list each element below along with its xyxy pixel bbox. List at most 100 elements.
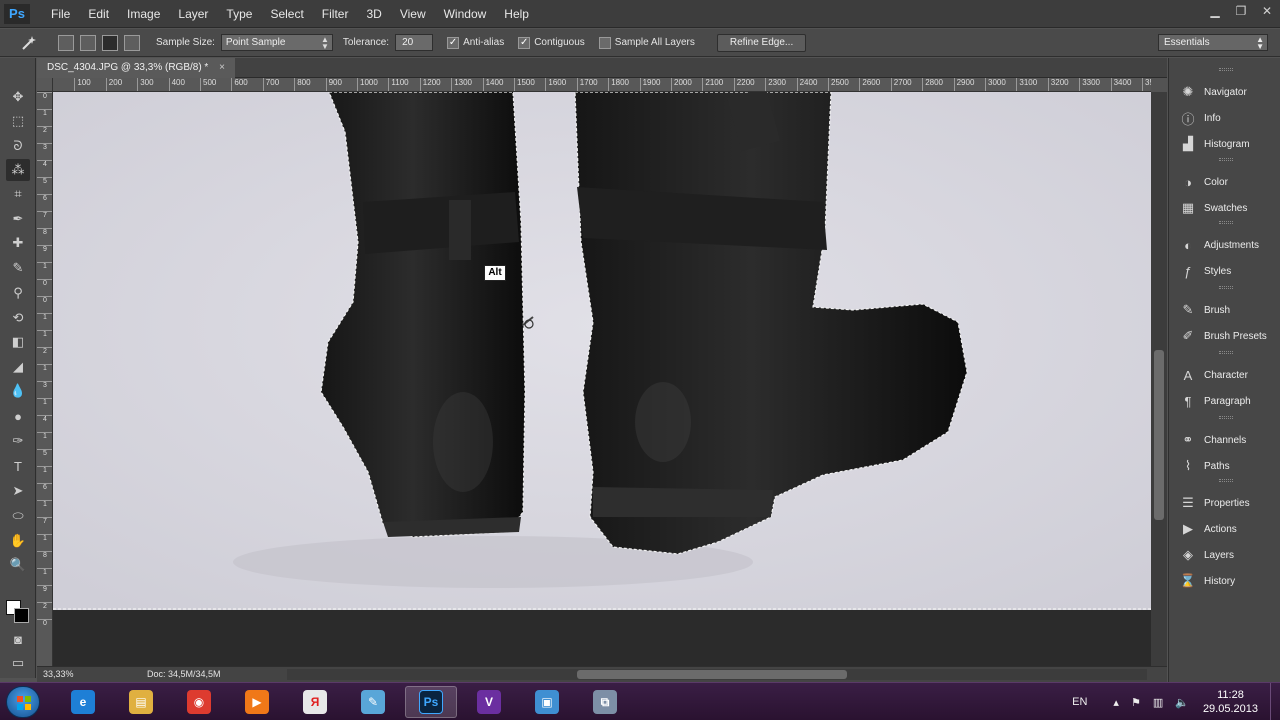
menu-type[interactable]: Type [217, 0, 261, 28]
menu-3d[interactable]: 3D [357, 0, 390, 28]
blur-tool-icon[interactable]: 💧 [6, 380, 30, 402]
menu-image[interactable]: Image [118, 0, 169, 28]
menu-filter[interactable]: Filter [313, 0, 358, 28]
panel-group-grip[interactable] [1219, 68, 1233, 71]
subtract-selection-mode-icon[interactable] [102, 34, 118, 51]
menu-select[interactable]: Select [261, 0, 312, 28]
refine-edge-button[interactable]: Refine Edge... [716, 33, 807, 52]
lasso-tool-icon[interactable]: ᘐ [6, 135, 30, 157]
close-button[interactable]: ✕ [1254, 0, 1280, 22]
taskbar-file-explorer[interactable]: ▤ [115, 686, 167, 718]
taskbar-media-player[interactable]: ▶ [231, 686, 283, 718]
type-tool-icon[interactable]: T [6, 455, 30, 477]
intersect-selection-mode-icon[interactable] [124, 34, 140, 51]
action-center-icon[interactable]: ⚑ [1131, 696, 1141, 709]
panel-navigator[interactable]: ✺ Navigator [1169, 80, 1280, 104]
panel-paragraph[interactable]: ¶ Paragraph [1169, 389, 1280, 413]
menu-help[interactable]: Help [495, 0, 538, 28]
panel-styles[interactable]: ƒ Styles [1169, 259, 1280, 283]
crop-tool-icon[interactable]: ⌗ [6, 183, 30, 205]
hand-tool-icon[interactable]: ✋ [6, 530, 30, 552]
new-selection-mode-icon[interactable] [58, 34, 74, 51]
marquee-tool-icon[interactable]: ⬚ [6, 110, 30, 132]
vertical-scroll-thumb[interactable] [1154, 350, 1164, 520]
show-desktop-button[interactable] [1270, 683, 1280, 720]
pen-tool-icon[interactable]: ✑ [6, 430, 30, 452]
panel-brush[interactable]: ✎ Brush [1169, 298, 1280, 322]
panel-group-grip[interactable] [1219, 351, 1233, 354]
minimize-button[interactable]: ▁ [1202, 0, 1228, 22]
magic-wand-icon[interactable] [18, 32, 40, 54]
panel-paths[interactable]: ⌇ Paths [1169, 454, 1280, 478]
menu-layer[interactable]: Layer [169, 0, 217, 28]
move-tool-icon[interactable]: ✥ [6, 86, 30, 108]
clone-stamp-tool-icon[interactable]: ⚲ [6, 282, 30, 304]
taskbar-internet-explorer[interactable]: e [57, 686, 109, 718]
workspace-select[interactable]: Essentials ▲ ▼ [1158, 34, 1268, 51]
vertical-ruler[interactable]: 01234567891001121314151617181920 [37, 92, 53, 666]
taskbar-photoshop[interactable]: Ps [405, 686, 457, 718]
panel-color[interactable]: ◑ Color [1169, 170, 1280, 194]
panel-group-grip[interactable] [1219, 479, 1233, 482]
sample-size-select[interactable]: Point Sample ▲ ▼ [220, 34, 333, 51]
volume-icon[interactable]: 🔈 [1175, 696, 1189, 709]
panel-history[interactable]: ⌛ History [1169, 569, 1280, 593]
panel-histogram[interactable]: ▟ Histogram [1169, 132, 1280, 156]
boots-photo[interactable] [53, 92, 1151, 610]
panel-character[interactable]: A Character [1169, 363, 1280, 387]
taskbar-image-viewer[interactable]: ▣ [521, 686, 573, 718]
screen-mode-icon[interactable]: ▭ [6, 652, 30, 674]
healing-brush-tool-icon[interactable]: ✚ [6, 232, 30, 254]
anti-alias-checkbox[interactable]: ✓ [447, 36, 460, 49]
dodge-tool-icon[interactable]: ● [6, 405, 30, 427]
panel-layers[interactable]: ◈ Layers [1169, 543, 1280, 567]
eraser-tool-icon[interactable]: ◧ [6, 331, 30, 353]
panel-group-grip[interactable] [1219, 416, 1233, 419]
menu-file[interactable]: File [42, 0, 79, 28]
menu-edit[interactable]: Edit [79, 0, 118, 28]
history-brush-tool-icon[interactable]: ⟲ [6, 307, 30, 329]
panel-actions[interactable]: ▶ Actions [1169, 517, 1280, 541]
zoom-tool-icon[interactable]: 🔍 [6, 554, 30, 576]
panel-channels[interactable]: ⚭ Channels [1169, 428, 1280, 452]
horizontal-scrollbar[interactable] [287, 669, 1147, 680]
panel-info[interactable]: ⓘ Info [1169, 106, 1280, 130]
horizontal-ruler[interactable]: 0100200300400500600700800900100011001200… [53, 78, 1151, 92]
zoom-level[interactable]: 33,33% [43, 667, 74, 682]
network-icon[interactable]: ▥ [1153, 696, 1163, 709]
tolerance-input[interactable]: 20 [395, 34, 434, 51]
add-selection-mode-icon[interactable] [80, 34, 96, 51]
panel-group-grip[interactable] [1219, 286, 1233, 289]
magic-wand-tool-icon[interactable]: ⁂ [6, 159, 30, 181]
menu-view[interactable]: View [391, 0, 435, 28]
contiguous-checkbox[interactable]: ✓ [518, 36, 531, 49]
sample-all-layers-checkbox[interactable] [598, 36, 611, 49]
language-indicator[interactable]: EN [1072, 696, 1087, 708]
taskbar-notes-app[interactable]: ✎ [347, 686, 399, 718]
taskbar-remote-desktop[interactable]: ⧉ [579, 686, 631, 718]
canvas-area[interactable]: Alt [53, 92, 1151, 666]
vertical-scrollbar[interactable] [1151, 92, 1167, 666]
panel-swatches[interactable]: ▦ Swatches [1169, 196, 1280, 220]
quick-mask-icon[interactable]: ◙ [6, 628, 30, 650]
background-color-swatch[interactable] [14, 608, 29, 623]
panel-brush-presets[interactable]: ✐ Brush Presets [1169, 324, 1280, 348]
close-tab-icon[interactable]: × [219, 62, 225, 73]
horizontal-scroll-thumb[interactable] [577, 670, 847, 679]
panel-group-grip[interactable] [1219, 221, 1233, 224]
eyedropper-tool-icon[interactable]: ✒ [6, 208, 30, 230]
taskbar-yandex-browser[interactable]: Я [289, 686, 341, 718]
panel-properties[interactable]: ☰ Properties [1169, 491, 1280, 515]
clock[interactable]: 11:28 29.05.2013 [1203, 688, 1258, 716]
panel-adjustments[interactable]: ◐ Adjustments [1169, 233, 1280, 257]
start-button[interactable] [6, 686, 40, 718]
restore-button[interactable]: ❐ [1228, 0, 1254, 22]
taskbar-vector-app[interactable]: V [463, 686, 515, 718]
gradient-tool-icon[interactable]: ◢ [6, 356, 30, 378]
path-selection-tool-icon[interactable]: ➤ [6, 480, 30, 502]
show-hidden-icons-icon[interactable]: ▴ [1113, 696, 1119, 709]
brush-tool-icon[interactable]: ✎ [6, 257, 30, 279]
document-tab[interactable]: DSC_4304.JPG @ 33,3% (RGB/8) * × [37, 58, 235, 78]
taskbar-chrome[interactable]: ◉ [173, 686, 225, 718]
menu-window[interactable]: Window [435, 0, 496, 28]
